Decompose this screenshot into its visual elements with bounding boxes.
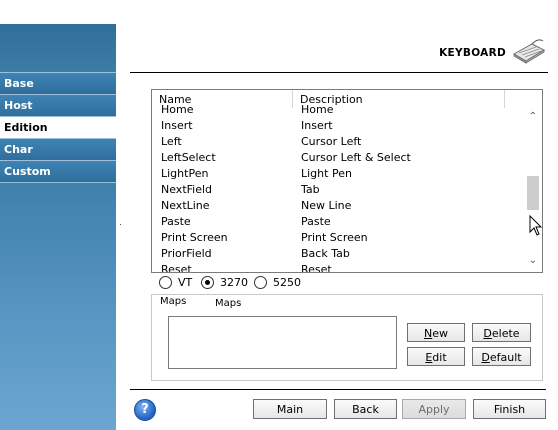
- vertical-scrollbar[interactable]: ⌃ ⌄: [524, 90, 542, 272]
- key-description: Tab: [301, 183, 320, 196]
- key-description: Reset: [301, 263, 332, 273]
- radio-label: 3270: [220, 276, 248, 289]
- radio-label: 5250: [273, 276, 301, 289]
- sidebar-item-custom[interactable]: Custom: [0, 160, 116, 183]
- default-label: efault: [489, 351, 522, 364]
- radio-circle-icon: [254, 275, 267, 289]
- key-description: Cursor Left: [301, 135, 362, 148]
- help-icon[interactable]: ?: [134, 399, 156, 421]
- key-description: Light Pen: [301, 167, 352, 180]
- sidebar-item-char[interactable]: Char: [0, 138, 116, 160]
- maps-group-legend: Maps: [160, 296, 187, 307]
- table-row[interactable]: Insert Insert: [152, 118, 522, 134]
- finish-button[interactable]: Finish: [473, 399, 546, 419]
- key-name: PriorField: [161, 247, 212, 260]
- radio-3270[interactable]: 3270: [201, 275, 248, 290]
- footer-divider: [130, 389, 546, 390]
- sidebar-nav: Base Host Edition Char Custom: [0, 72, 116, 183]
- delete-label: elete: [491, 327, 520, 340]
- key-name: Print Screen: [161, 231, 228, 244]
- table-row[interactable]: NextLine New Line: [152, 198, 522, 214]
- sidebar-item-base[interactable]: Base: [0, 72, 116, 94]
- stray-pixel: [120, 224, 121, 225]
- table-row[interactable]: LightPen Light Pen: [152, 166, 522, 182]
- key-name: NextField: [161, 183, 213, 196]
- page-title: KEYBOARD: [439, 47, 506, 59]
- main-button[interactable]: Main: [253, 399, 327, 419]
- default-button[interactable]: Default: [472, 347, 531, 366]
- sidebar-item-edition[interactable]: Edition: [0, 116, 116, 138]
- default-mnemonic: D: [481, 351, 490, 364]
- apply-button[interactable]: Apply: [402, 399, 466, 419]
- maps-list[interactable]: [168, 316, 397, 369]
- back-button[interactable]: Back: [334, 399, 397, 419]
- column-header-name[interactable]: Name: [152, 90, 293, 108]
- table-row[interactable]: Print Screen Print Screen: [152, 230, 522, 246]
- key-name: Insert: [161, 119, 193, 132]
- key-description: Insert: [301, 119, 333, 132]
- column-header-description[interactable]: Description: [293, 90, 505, 108]
- key-name: Left: [161, 135, 182, 148]
- key-description: Paste: [301, 215, 331, 228]
- key-description: Back Tab: [301, 247, 350, 260]
- new-button[interactable]: New: [407, 323, 465, 342]
- sidebar-item-host[interactable]: Host: [0, 94, 116, 116]
- key-name: LightPen: [161, 167, 209, 180]
- keyboard-icon: [512, 39, 546, 64]
- table-row[interactable]: Paste Paste: [152, 214, 522, 230]
- table-row[interactable]: Left Cursor Left: [152, 134, 522, 150]
- delete-mnemonic: D: [483, 327, 492, 340]
- header-divider: [130, 72, 548, 73]
- table-row[interactable]: NextField Tab: [152, 182, 522, 198]
- new-mnemonic: N: [424, 327, 433, 340]
- key-name: Reset: [161, 263, 192, 273]
- table-row[interactable]: Reset Reset: [152, 262, 522, 273]
- maps-group: Maps Maps New Delete Edit Default: [151, 294, 543, 381]
- key-description: Cursor Left & Select: [301, 151, 411, 164]
- radio-vt[interactable]: VT: [159, 275, 193, 290]
- maps-list-label: Maps: [215, 298, 242, 309]
- sidebar: Base Host Edition Char Custom: [0, 24, 116, 430]
- key-name: Paste: [161, 215, 191, 228]
- scroll-up-icon[interactable]: ⌃: [528, 112, 538, 122]
- edit-label: dit: [432, 351, 447, 364]
- radio-label: VT: [178, 276, 193, 289]
- key-name: LeftSelect: [161, 151, 216, 164]
- radio-5250[interactable]: 5250: [254, 275, 301, 290]
- radio-selected-icon: [201, 275, 214, 289]
- table-row[interactable]: LeftSelect Cursor Left & Select: [152, 150, 522, 166]
- delete-button[interactable]: Delete: [472, 323, 531, 342]
- key-description: New Line: [301, 199, 352, 212]
- radio-circle-icon: [159, 275, 172, 289]
- key-list[interactable]: Home Home Insert Insert Left Cursor Left Le…: [151, 89, 543, 273]
- table-row[interactable]: PriorField Back Tab: [152, 246, 522, 262]
- key-description: Print Screen: [301, 231, 368, 244]
- scrollbar-thumb[interactable]: [527, 176, 539, 210]
- mouse-cursor-icon: [529, 215, 543, 236]
- key-name: NextLine: [161, 199, 210, 212]
- edit-button[interactable]: Edit: [407, 347, 465, 366]
- scroll-down-icon[interactable]: ⌄: [528, 256, 538, 266]
- new-label: ew: [432, 327, 448, 340]
- key-rows: Home Home Insert Insert Left Cursor Left Le…: [152, 102, 522, 273]
- sidebar-header: [0, 24, 116, 72]
